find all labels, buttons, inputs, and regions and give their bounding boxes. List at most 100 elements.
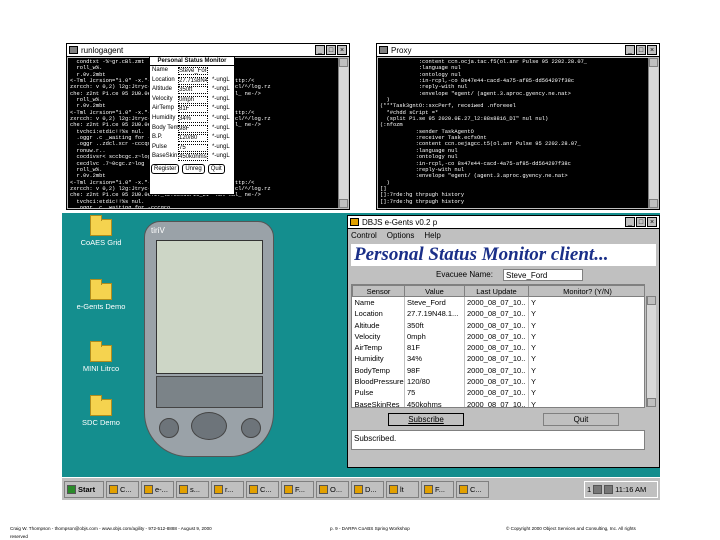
taskbar-item[interactable]: F...: [281, 480, 314, 498]
taskbar-item[interactable]: lt: [386, 480, 419, 498]
table-row[interactable]: Name Steve_Ford 2000_08_07_10.. Y: [352, 296, 644, 309]
palm-field-option[interactable]: *-ungL: [212, 143, 230, 153]
tray-indicator[interactable]: 1: [587, 485, 591, 494]
scroll-up-arrow[interactable]: [647, 296, 656, 305]
palm-field-option[interactable]: *-ungL: [212, 76, 230, 86]
client-window[interactable]: DBJS e-Gents v0.2 p _ □ × Control Options …: [347, 215, 660, 468]
palm-button-register[interactable]: Register: [151, 163, 180, 174]
palm-field-option[interactable]: *-ungL: [212, 104, 230, 114]
column-header[interactable]: Sensor: [352, 285, 405, 298]
minimize-button[interactable]: _: [315, 45, 325, 55]
minimize-button[interactable]: _: [625, 217, 635, 227]
table-row[interactable]: BaseSkinRes 450kohms 2000_08_07_10.. Y: [352, 398, 644, 407]
taskbar-item[interactable]: C...: [456, 480, 489, 498]
palm-button-quit[interactable]: Quit: [207, 163, 225, 174]
client-titlebar[interactable]: DBJS e-Gents v0.2 p _ □ ×: [348, 216, 659, 229]
palm-field-value[interactable]: 34%: [178, 114, 208, 123]
maximize-button[interactable]: □: [636, 217, 646, 227]
desktop-icon-sdc-demo[interactable]: SDC Demo: [72, 395, 130, 427]
menu-options[interactable]: Options: [387, 229, 415, 242]
scroll-down-arrow[interactable]: [647, 398, 656, 407]
minimize-button[interactable]: _: [625, 45, 635, 55]
table-scrollbar[interactable]: [646, 296, 656, 407]
table-row[interactable]: BloodPressure 120/80 2000_08_07_10.. Y: [352, 375, 644, 388]
desktop-icon-egents-demo[interactable]: e-Gents Demo: [72, 279, 130, 311]
menu-help[interactable]: Help: [424, 229, 440, 242]
table-row[interactable]: BodyTemp 98F 2000_08_07_10.. Y: [352, 364, 644, 376]
palm-field-row: Name Steve_Ford: [150, 66, 234, 76]
palm-field-value[interactable]: 75: [178, 143, 208, 152]
column-header[interactable]: Last Update: [464, 285, 529, 298]
maximize-button[interactable]: □: [636, 45, 646, 55]
menu-control[interactable]: Control: [351, 229, 377, 242]
taskbar-item[interactable]: F...: [421, 480, 454, 498]
palm-field-option[interactable]: *-ungL: [212, 133, 230, 143]
palm-field-value[interactable]: 450kohms: [178, 153, 208, 162]
sensor-table-container: Sensor Value Last Update Monitor? (Y/N) Name…: [351, 284, 645, 408]
palm-field-value[interactable]: 27.71s8N48.1: [178, 76, 208, 85]
terminal-window-proxy[interactable]: Proxy _ □ × :content ccn.ocja.tac.f5(ol.an…: [376, 43, 660, 210]
taskbar: Start C... e-... s... r... C... F... O... D... l…: [62, 477, 660, 500]
start-button[interactable]: Start: [64, 480, 104, 498]
scroll-down-arrow[interactable]: [339, 199, 348, 208]
palm-field-value[interactable]: Steve_Ford: [178, 67, 208, 75]
subscribe-button[interactable]: Subscribe: [388, 413, 464, 426]
table-row[interactable]: Altitude 350ft 2000_08_07_10.. Y: [352, 319, 644, 331]
palm-field-option[interactable]: *-ungL: [212, 124, 230, 134]
taskbar-item[interactable]: s...: [176, 480, 209, 498]
taskbar-item[interactable]: O...: [316, 480, 349, 498]
palm-field-value[interactable]: 350ft: [178, 86, 208, 95]
table-row[interactable]: Humidity 34% 2000_08_07_10.. Y: [352, 353, 644, 365]
column-header[interactable]: Monitor? (Y/N): [528, 285, 644, 298]
scroll-up-arrow[interactable]: [339, 58, 348, 67]
tray-icon[interactable]: [593, 484, 603, 494]
palm-field-label: Velocity: [152, 95, 173, 102]
palm-field-option[interactable]: *-ungL: [212, 95, 230, 105]
taskbar-item[interactable]: D...: [351, 480, 384, 498]
scroll-up-arrow[interactable]: [649, 58, 658, 67]
palm-app-button[interactable]: [159, 418, 179, 438]
table-cell: 2000_08_07_10..: [464, 330, 529, 342]
app-icon: [354, 484, 363, 494]
palm-field-value[interactable]: 98F: [178, 124, 208, 133]
palm-status-form: Personal Status Monitor Name Steve_Ford Lo…: [149, 56, 235, 195]
maximize-button[interactable]: □: [326, 45, 336, 55]
close-button[interactable]: ×: [647, 217, 657, 227]
palm-field-label: Altitude: [152, 86, 173, 93]
palm-scroll-button[interactable]: [191, 412, 227, 440]
desktop-icon-mini-litrco[interactable]: MINI Litrco: [72, 341, 130, 373]
table-row[interactable]: Pulse 75 2000_08_07_10.. Y: [352, 387, 644, 399]
palm-app-button[interactable]: [241, 418, 261, 438]
palm-field-row: Location27.71s8N48.1 *-ungL: [150, 76, 234, 86]
taskbar-item[interactable]: e-...: [141, 480, 174, 498]
palm-graffiti-area[interactable]: [156, 376, 263, 408]
tray-icon[interactable]: [604, 484, 614, 494]
column-header[interactable]: Value: [404, 285, 465, 298]
table-cell: Y: [528, 341, 644, 354]
palm-field-option[interactable]: *-ungL: [212, 152, 230, 162]
quit-button[interactable]: Quit: [543, 413, 619, 426]
taskbar-item[interactable]: C...: [246, 480, 279, 498]
palm-field-value[interactable]: 0mph: [178, 95, 208, 104]
vertical-scrollbar[interactable]: [648, 58, 658, 208]
palm-emulator[interactable]: tiriV: [144, 221, 274, 457]
table-cell: Y: [528, 353, 644, 365]
table-row[interactable]: Location 27.7.19N48.1... 2000_08_07_10.. Y: [352, 308, 644, 320]
close-button[interactable]: ×: [337, 45, 347, 55]
table-row[interactable]: Velocity 0mph 2000_08_07_10.. Y: [352, 330, 644, 342]
palm-field-option[interactable]: *-ungL: [212, 85, 230, 95]
close-button[interactable]: ×: [647, 45, 657, 55]
palm-field-option[interactable]: *-ungL: [212, 114, 230, 124]
palm-field-value[interactable]: 81F: [178, 105, 208, 114]
vertical-scrollbar[interactable]: [338, 58, 348, 208]
table-row[interactable]: AirTemp 81F 2000_08_07_10.. Y: [352, 341, 644, 354]
scroll-down-arrow[interactable]: [649, 199, 658, 208]
taskbar-item[interactable]: C...: [106, 480, 139, 498]
palm-field-row: Altitude 350ft *-ungL: [150, 85, 234, 95]
proxy-titlebar[interactable]: Proxy _ □ ×: [377, 44, 659, 57]
desktop-icon-coabs-grid[interactable]: CoAES Grid: [72, 215, 130, 247]
taskbar-item[interactable]: r...: [211, 480, 244, 498]
evacuee-input[interactable]: Steve_Ford: [503, 269, 583, 281]
palm-field-value[interactable]: 120/80: [178, 134, 208, 143]
palm-button-unreg[interactable]: Unreg: [182, 163, 205, 174]
